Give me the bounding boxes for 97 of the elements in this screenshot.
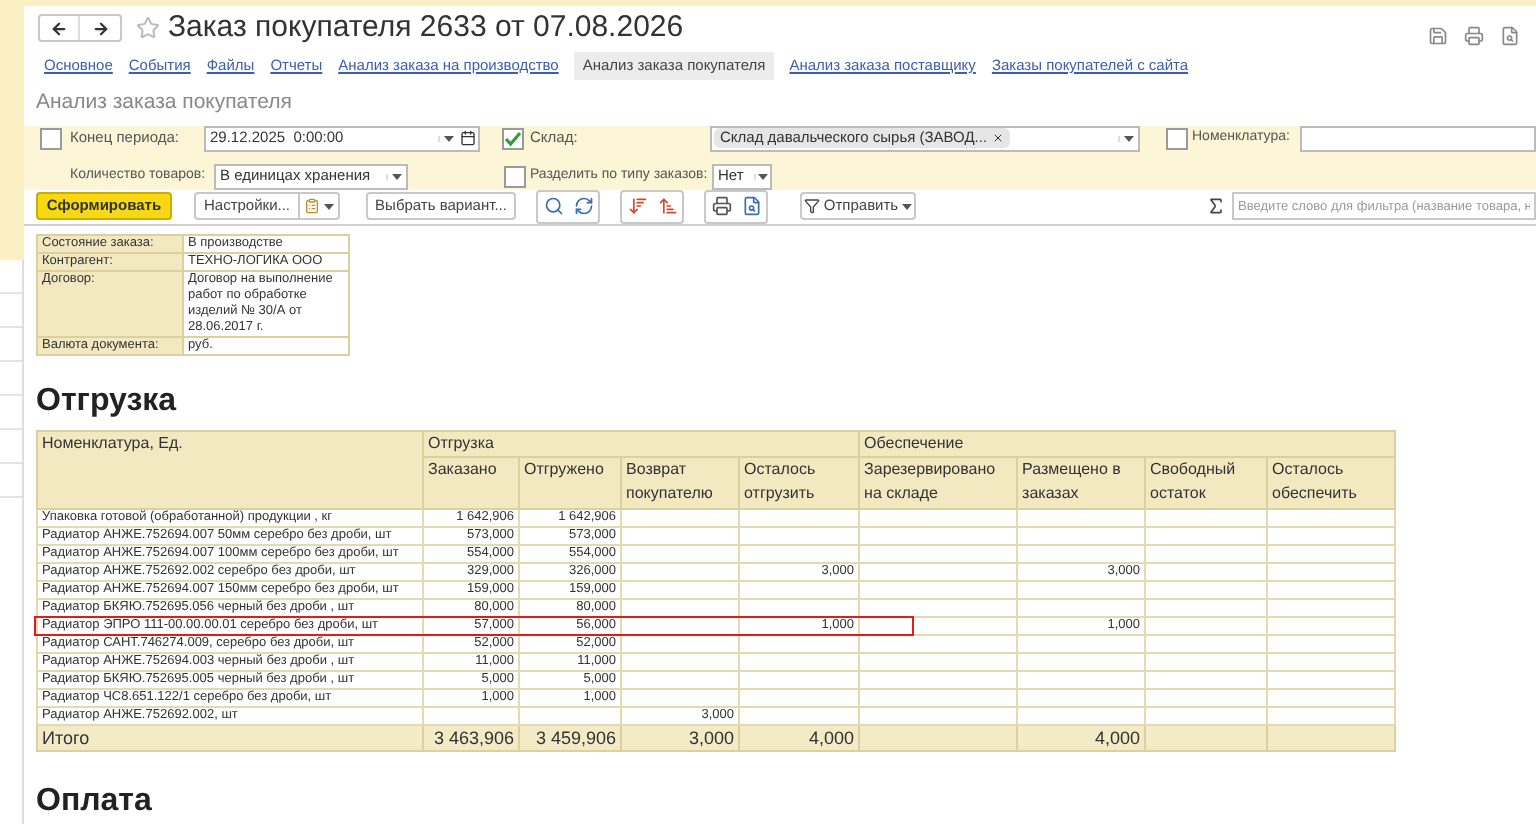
column-header: Возврат покупателю: [621, 456, 739, 508]
table-cell: [621, 544, 739, 562]
table-cell: [621, 562, 739, 580]
table-cell: [739, 544, 860, 562]
window-title: Заказ покупателя 2633 от 07.08.2026: [168, 8, 684, 48]
table-cell: [739, 526, 860, 544]
table-cell: [1017, 544, 1146, 562]
table-cell: [621, 652, 739, 670]
table-cell: [1145, 670, 1268, 688]
column-header: Размещено в заказах: [1017, 456, 1146, 508]
column-header: Номенклатура, Ед.: [37, 430, 423, 508]
checkbox[interactable]: [502, 127, 524, 149]
table-cell: [1017, 508, 1146, 526]
table-cell: [621, 526, 739, 544]
caret-icon: [324, 203, 334, 209]
total-label: Итого: [37, 724, 423, 750]
caret-icon: [1124, 135, 1134, 141]
table-cell: [1267, 616, 1396, 634]
table-cell: [1267, 670, 1396, 688]
column-header: Свободный остаток: [1145, 456, 1268, 508]
table-cell: [739, 670, 860, 688]
total-cell: 3,000: [621, 724, 739, 750]
table-cell: [1267, 562, 1396, 580]
table-cell: [1267, 580, 1396, 598]
column-header: Заказано: [423, 456, 519, 508]
checkbox[interactable]: [1166, 127, 1188, 149]
table-cell: [621, 670, 739, 688]
table-cell: [1267, 634, 1396, 652]
table-cell: [1017, 706, 1146, 724]
calendar-icon[interactable]: [460, 130, 476, 146]
total-cell: [1145, 724, 1268, 750]
clipboard-icon: [304, 198, 320, 214]
table-cell: [1145, 562, 1268, 580]
table-cell: [739, 634, 860, 652]
table-cell: [519, 706, 621, 724]
caret-icon: [444, 135, 454, 141]
table-cell: [1017, 598, 1146, 616]
close-icon[interactable]: [991, 132, 1004, 144]
caret-icon: [392, 173, 402, 179]
arrow-left-icon: [50, 19, 68, 38]
caret-icon: [902, 203, 913, 209]
table-cell: [1145, 544, 1268, 562]
table-cell: [1145, 616, 1268, 634]
table-cell: [1017, 580, 1146, 598]
funnel-icon: [803, 198, 820, 214]
checkbox[interactable]: [40, 127, 62, 149]
table-cell: [739, 652, 860, 670]
table-cell: [621, 508, 739, 526]
column-group-header: Обеспечение: [859, 430, 1396, 456]
report-title: Анализ заказа покупателя: [36, 87, 294, 115]
table-cell: [1267, 652, 1396, 670]
total-cell: 3 463,906: [423, 724, 519, 750]
table-cell: [1145, 598, 1268, 616]
star-icon[interactable]: [136, 16, 160, 41]
table-cell: [621, 688, 739, 706]
nomenclature-field[interactable]: [1300, 125, 1536, 151]
table-cell: [1145, 508, 1268, 526]
total-cell: 3 459,906: [519, 724, 621, 750]
section-heading: Отгрузка: [36, 381, 179, 417]
table-cell: [1017, 670, 1146, 688]
table-cell: [1267, 598, 1396, 616]
options-dropdown[interactable]: [300, 192, 340, 220]
total-cell: 4,000: [1017, 724, 1146, 750]
table-cell: [1145, 688, 1268, 706]
table-cell: [423, 706, 519, 724]
caret-icon: [758, 173, 768, 179]
table-cell: [1017, 652, 1146, 670]
table-cell: [1267, 688, 1396, 706]
column-header: Зарезервировано на складе: [859, 456, 1018, 508]
table-cell: [1267, 526, 1396, 544]
total-cell: 4,000: [739, 724, 860, 750]
table-cell: [1145, 580, 1268, 598]
table-cell: [739, 508, 860, 526]
column-header: Отгружено: [519, 456, 621, 508]
table-cell: [621, 580, 739, 598]
table-cell: [1145, 652, 1268, 670]
table-cell: [1145, 526, 1268, 544]
total-cell: [1267, 724, 1396, 750]
section-heading: Оплата: [36, 781, 154, 821]
table-cell: [1145, 706, 1268, 724]
table-cell: [1017, 688, 1146, 706]
table-cell: [621, 634, 739, 652]
table-cell: [1017, 634, 1146, 652]
table-cell: [1145, 634, 1268, 652]
table-cell: [1267, 706, 1396, 724]
checkbox[interactable]: [504, 165, 526, 187]
column-header: Осталось обеспечить: [1267, 456, 1396, 508]
sum-icon[interactable]: [1206, 196, 1226, 216]
column-group-header: Отгрузка: [423, 430, 860, 456]
table-cell: [1267, 544, 1396, 562]
column-header: Осталось отгрузить: [739, 456, 860, 508]
arrow-right-icon: [91, 19, 109, 38]
table-cell: [1017, 526, 1146, 544]
table-cell: [739, 706, 860, 724]
table-cell: [1267, 508, 1396, 526]
table-cell: [739, 580, 860, 598]
table-cell: [739, 688, 860, 706]
